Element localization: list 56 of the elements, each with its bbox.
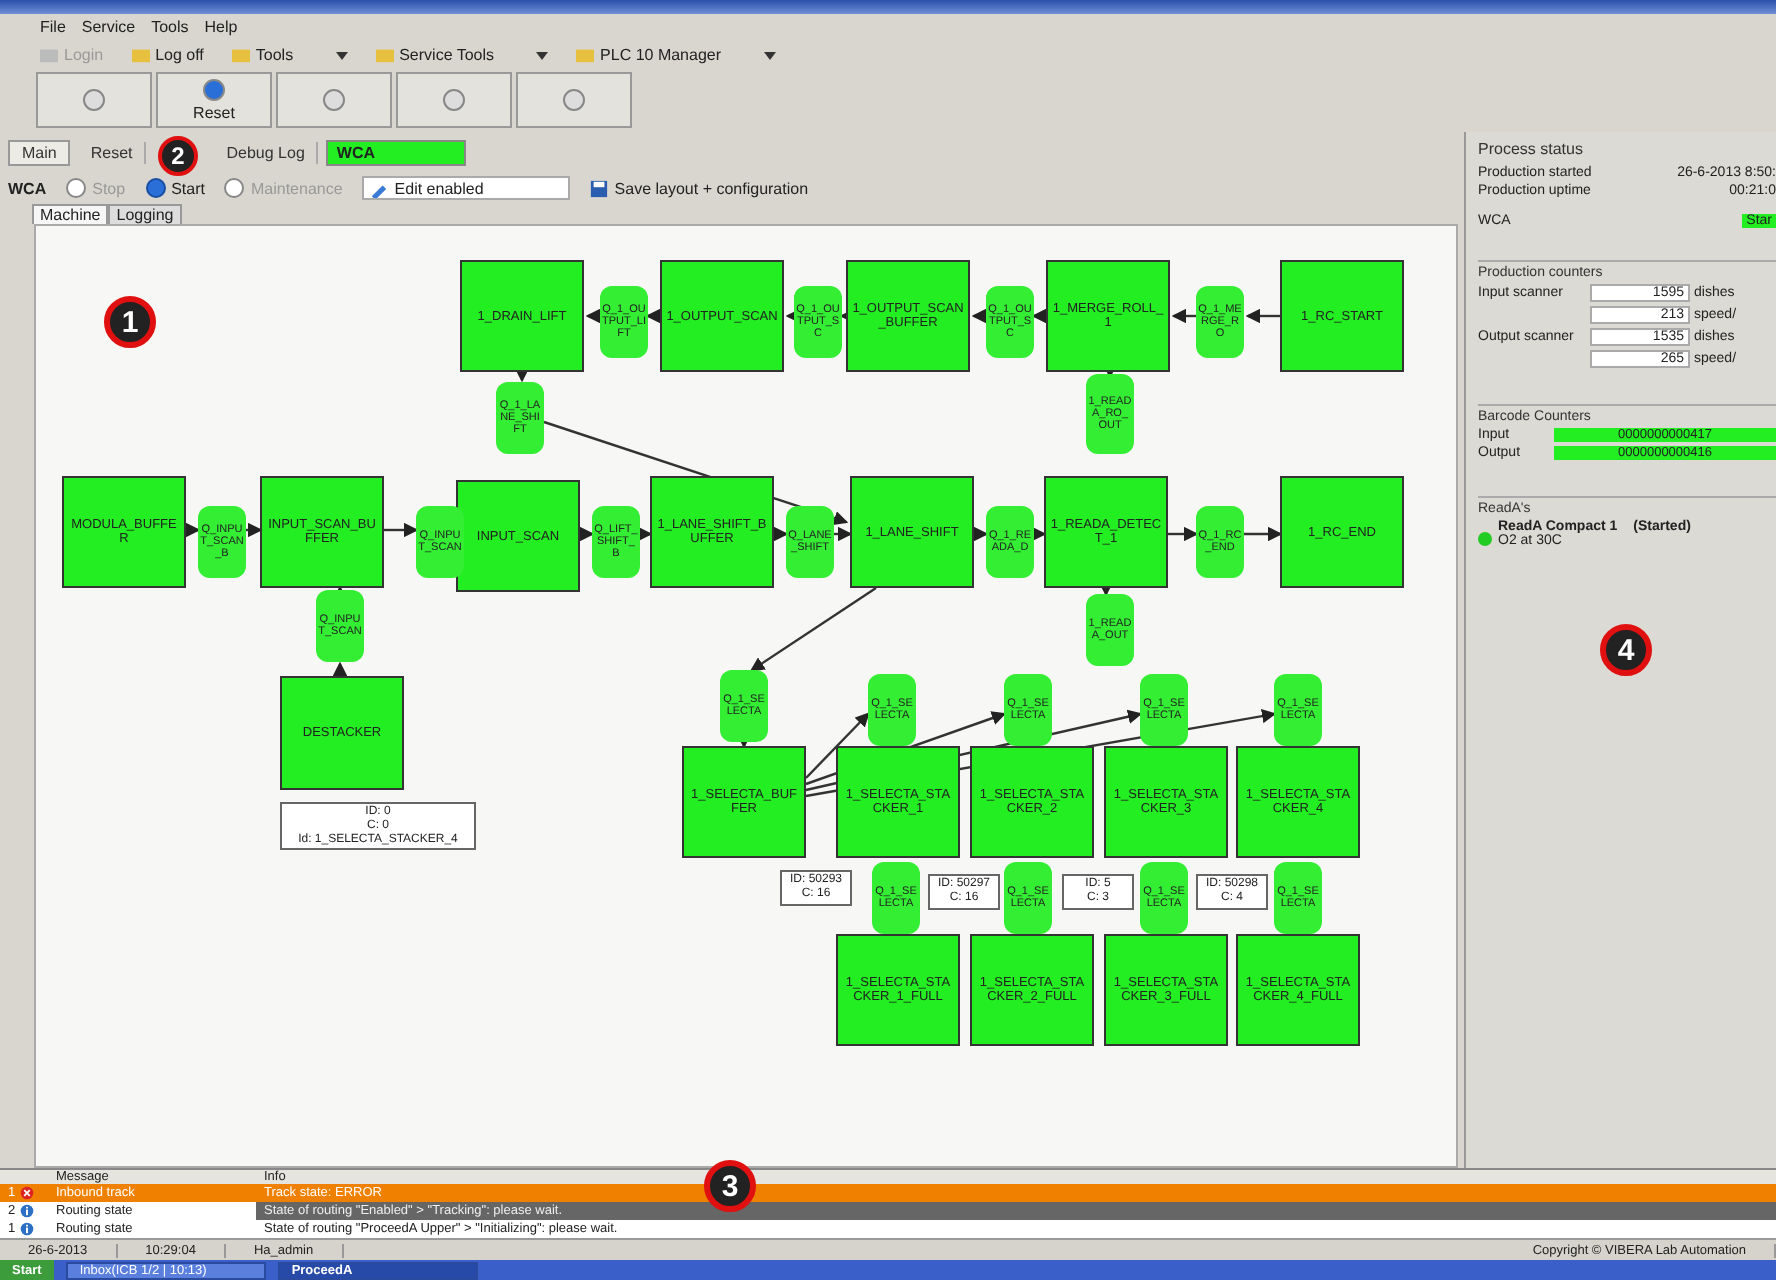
toolbar-button[interactable]: Service Tools <box>371 46 561 65</box>
connector-arrow <box>1031 309 1046 324</box>
callout-badge: 2 <box>158 136 198 176</box>
connector-arrow <box>514 368 530 384</box>
circle-icon <box>562 87 586 112</box>
folder-icon <box>231 46 250 65</box>
connector-arrow <box>1098 582 1114 598</box>
folder-icon <box>576 46 595 65</box>
connector-arrow <box>1171 309 1196 324</box>
save-button[interactable]: Save layout + configuration <box>590 179 809 198</box>
folder-icon <box>375 46 394 65</box>
circle-icon <box>442 87 466 112</box>
caret-icon <box>763 51 776 60</box>
connector-arrow <box>974 527 989 542</box>
sub-tab[interactable]: Machine <box>32 204 109 225</box>
caret-icon <box>536 51 549 60</box>
connector-arrow <box>246 523 263 538</box>
command-button[interactable]: Reset <box>156 71 272 129</box>
menu-item[interactable]: Service <box>81 17 136 36</box>
view-tab[interactable]: Main <box>8 139 71 166</box>
connector-arrow <box>750 587 877 673</box>
section-title: Process status <box>1478 140 1585 159</box>
caret-icon <box>335 51 348 60</box>
info-icon <box>19 1204 34 1219</box>
connector-arrow <box>971 309 986 324</box>
menu-item[interactable]: Help <box>204 17 238 36</box>
connector-arrow <box>1168 527 1199 542</box>
circle-icon <box>82 87 106 112</box>
sub-tab[interactable]: Logging <box>108 204 182 225</box>
circle-icon <box>322 87 346 112</box>
mode-label: WCA <box>8 179 47 198</box>
pencil-icon <box>370 179 389 198</box>
connector-arrow <box>785 309 800 324</box>
menu-item[interactable]: File <box>40 17 66 36</box>
connector-arrow <box>186 523 201 538</box>
connector-arrow <box>1245 309 1280 324</box>
toolbar-button[interactable]: Tools <box>227 46 360 65</box>
connector-arrow <box>1244 527 1283 542</box>
error-icon <box>19 1186 34 1201</box>
status-field: WCA <box>326 139 467 166</box>
connector-arrow <box>332 662 348 677</box>
connector-arrow <box>1032 527 1047 542</box>
folder-icon <box>131 46 150 65</box>
view-tab[interactable]: Reset <box>78 141 147 164</box>
connector-arrow <box>384 523 419 538</box>
connector-arrow <box>645 309 660 324</box>
toolbar-button[interactable]: Log off <box>127 46 216 65</box>
toolbar-button[interactable]: PLC 10 Manager <box>572 46 788 65</box>
mode-radio[interactable]: Start <box>145 178 205 199</box>
status-dot-icon <box>1478 532 1492 547</box>
circle-icon <box>202 77 226 102</box>
view-tab[interactable]: Debug Log <box>214 141 319 164</box>
folder-icon <box>40 46 58 65</box>
connector-arrow <box>585 309 600 324</box>
menu-item[interactable]: Tools <box>151 17 189 36</box>
edit-field[interactable]: Edit enabled <box>362 176 571 201</box>
